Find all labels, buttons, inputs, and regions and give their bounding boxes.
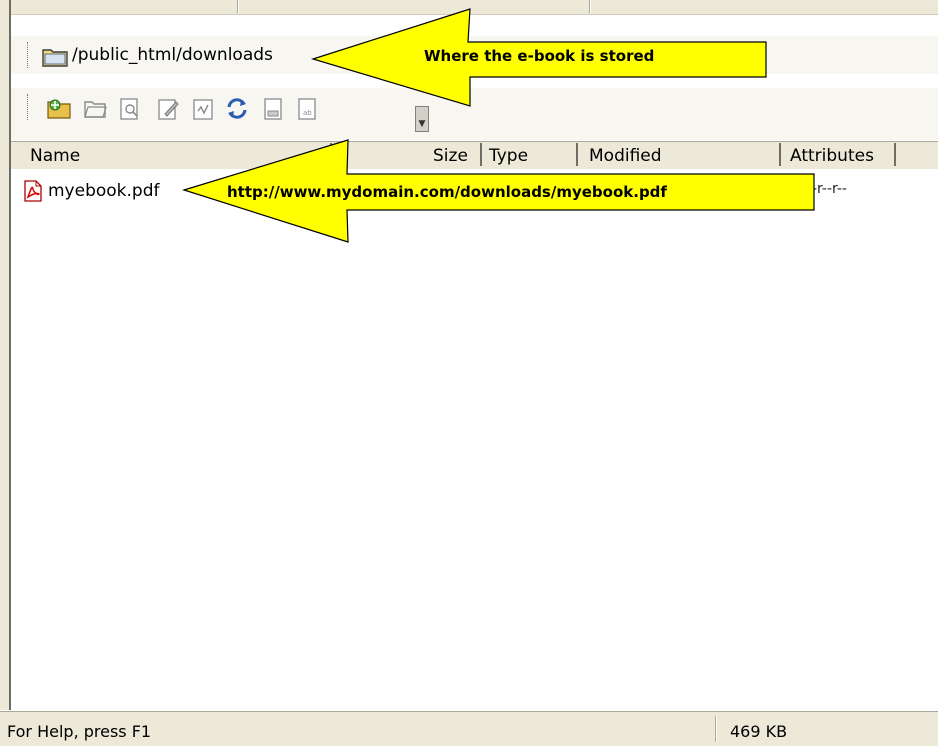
refresh-icon[interactable] xyxy=(224,94,250,122)
new-folder-icon[interactable] xyxy=(46,94,72,122)
column-divider[interactable] xyxy=(576,143,578,166)
file-toolbar xyxy=(11,88,938,140)
open-folder-icon[interactable] xyxy=(82,94,108,122)
column-header-attributes[interactable]: Attributes xyxy=(790,142,874,168)
view-file-icon[interactable] xyxy=(117,94,143,122)
column-divider[interactable] xyxy=(480,143,482,166)
column-divider[interactable] xyxy=(894,143,896,166)
toolbar-overflow-icon[interactable]: ▼ xyxy=(415,106,429,132)
chmod-icon[interactable] xyxy=(190,94,216,122)
column-header-modified[interactable]: Modified xyxy=(589,142,662,168)
folder-icon xyxy=(42,49,68,67)
window-left-frame xyxy=(0,0,11,710)
file-callout-label: http://www.mydomain.com/downloads/myeboo… xyxy=(227,183,667,201)
toolbar-grip[interactable] xyxy=(27,94,31,120)
column-header-name[interactable]: Name xyxy=(30,142,80,168)
svg-text:ab: ab xyxy=(303,109,312,117)
column-divider[interactable] xyxy=(330,143,332,166)
file-attributes: -r--r-- xyxy=(812,181,847,197)
upload-icon[interactable] xyxy=(260,94,286,122)
column-header-type[interactable]: Type xyxy=(489,142,528,168)
pdf-icon xyxy=(24,180,42,202)
status-divider xyxy=(715,716,717,742)
current-path[interactable]: /public_html/downloads xyxy=(72,45,273,65)
list-item[interactable]: myebook.pdf xyxy=(22,178,160,204)
download-icon[interactable]: ab xyxy=(294,94,320,122)
path-bar-edge xyxy=(756,42,766,68)
column-header-size[interactable]: Size xyxy=(433,142,468,168)
window-top-strip xyxy=(11,0,938,15)
edit-file-icon[interactable] xyxy=(155,94,181,122)
status-total-size: 469 KB xyxy=(730,722,788,741)
file-name: myebook.pdf xyxy=(48,181,160,201)
path-callout-label: Where the e-book is stored xyxy=(424,47,655,65)
path-bar-grip[interactable] xyxy=(27,42,31,68)
file-list xyxy=(11,169,938,709)
status-help-text: For Help, press F1 xyxy=(7,722,152,741)
column-divider[interactable] xyxy=(779,143,781,166)
